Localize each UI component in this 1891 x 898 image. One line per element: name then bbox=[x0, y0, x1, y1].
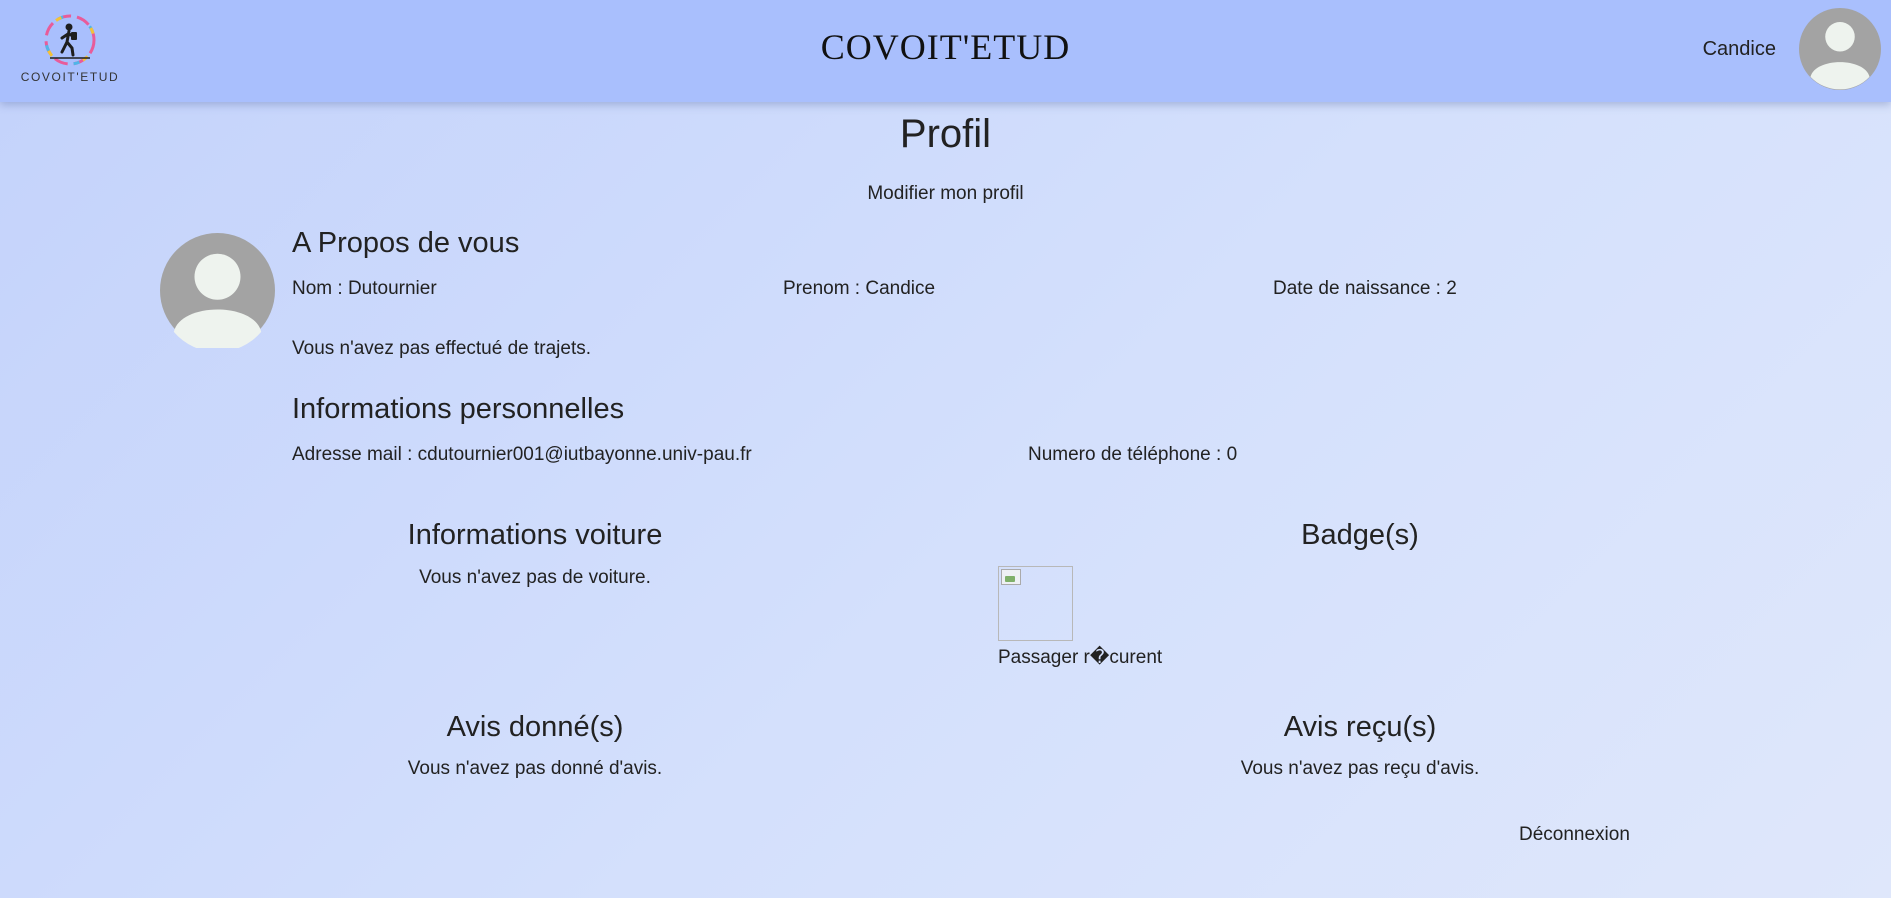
birth-date-text: Date de naissance : 2 bbox=[1273, 278, 1457, 299]
logout-link[interactable]: Déconnexion bbox=[1519, 824, 1630, 846]
logo-text: COVOIT'ETUD bbox=[20, 70, 120, 84]
first-name-text: Prenom : Candice bbox=[783, 278, 936, 299]
reviews-given-heading: Avis donné(s) bbox=[446, 711, 624, 743]
badges-heading: Badge(s) bbox=[1301, 519, 1419, 551]
trips-text: Vous n'avez pas effectué de trajets. bbox=[292, 338, 592, 359]
page-title: Profil bbox=[899, 112, 992, 156]
phone-text: Numero de téléphone : 0 bbox=[1028, 444, 1238, 465]
user-avatar-icon[interactable] bbox=[1799, 8, 1881, 90]
car-info-text: Vous n'avez pas de voiture. bbox=[419, 567, 651, 588]
reviews-received-text: Vous n'avez pas reçu d'avis. bbox=[1240, 758, 1480, 779]
profile-avatar-icon bbox=[160, 233, 275, 348]
broken-image-icon bbox=[1001, 569, 1021, 585]
brand-title: COVOIT'ETUD bbox=[820, 27, 1071, 67]
about-heading: A Propos de vous bbox=[292, 227, 520, 259]
header-user-name[interactable]: Candice bbox=[1703, 38, 1776, 61]
edit-profile-link[interactable]: Modifier mon profil bbox=[0, 183, 1891, 205]
reviews-given-text: Vous n'avez pas donné d'avis. bbox=[407, 758, 663, 779]
email-text: Adresse mail : cdutournier001@iutbayonne… bbox=[292, 444, 752, 465]
personal-info-heading: Informations personnelles bbox=[292, 393, 625, 425]
car-info-heading: Informations voiture bbox=[407, 519, 663, 551]
badge-label: Passager r�curent bbox=[998, 647, 1163, 668]
badge-image bbox=[998, 566, 1073, 641]
reviews-received-heading: Avis reçu(s) bbox=[1283, 711, 1437, 743]
top-bar: COVOIT'ETUD COVOIT'ETUD Candice bbox=[0, 0, 1891, 102]
last-name-text: Nom : Dutournier bbox=[292, 278, 437, 299]
